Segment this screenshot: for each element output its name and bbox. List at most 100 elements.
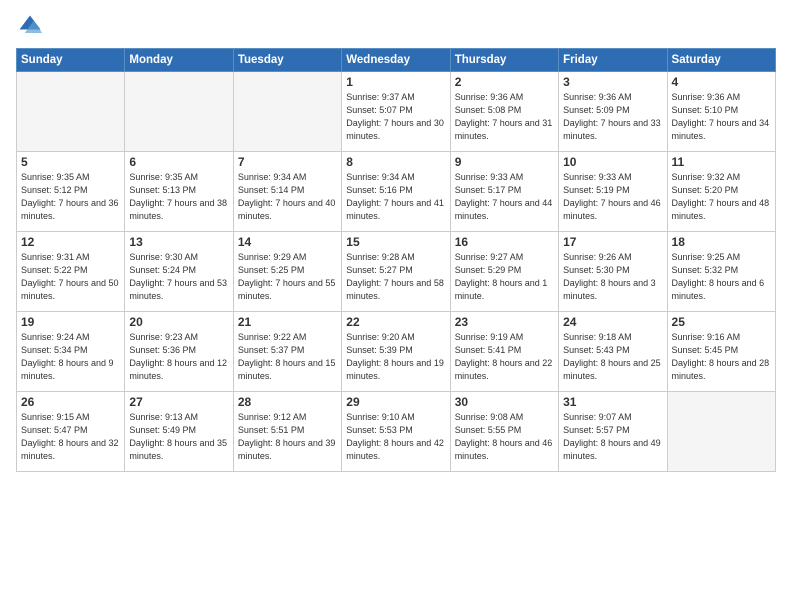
day-number: 20: [129, 315, 228, 329]
week-row-0: 1 Sunrise: 9:37 AM Sunset: 5:07 PM Daylig…: [17, 72, 776, 152]
day-info: Sunrise: 9:08 AM Sunset: 5:55 PM Dayligh…: [455, 411, 554, 463]
day-info: Sunrise: 9:27 AM Sunset: 5:29 PM Dayligh…: [455, 251, 554, 303]
day-cell: 16 Sunrise: 9:27 AM Sunset: 5:29 PM Dayli…: [450, 232, 558, 312]
day-cell: 7Sunrise: 9:34 AM Sunset: 5:14 PM Daylig…: [233, 152, 341, 232]
calendar: SundayMondayTuesdayWednesdayThursdayFrid…: [16, 48, 776, 472]
day-number: 31: [563, 395, 662, 409]
week-row-2: 12Sunrise: 9:31 AM Sunset: 5:22 PM Dayli…: [17, 232, 776, 312]
day-info: Sunrise: 9:18 AM Sunset: 5:43 PM Dayligh…: [563, 331, 662, 383]
day-info: Sunrise: 9:25 AM Sunset: 5:32 PM Dayligh…: [672, 251, 771, 303]
day-info: Sunrise: 9:36 AM Sunset: 5:09 PM Dayligh…: [563, 91, 662, 143]
day-number: 10: [563, 155, 662, 169]
day-cell: 15Sunrise: 9:28 AM Sunset: 5:27 PM Dayli…: [342, 232, 450, 312]
day-number: 18: [672, 235, 771, 249]
day-info: Sunrise: 9:33 AM Sunset: 5:19 PM Dayligh…: [563, 171, 662, 223]
day-info: Sunrise: 9:13 AM Sunset: 5:49 PM Dayligh…: [129, 411, 228, 463]
weekday-header-sunday: Sunday: [17, 49, 125, 72]
logo-icon: [16, 12, 44, 40]
day-number: 17: [563, 235, 662, 249]
day-info: Sunrise: 9:24 AM Sunset: 5:34 PM Dayligh…: [21, 331, 120, 383]
day-number: 6: [129, 155, 228, 169]
day-info: Sunrise: 9:19 AM Sunset: 5:41 PM Dayligh…: [455, 331, 554, 383]
day-number: 14: [238, 235, 337, 249]
weekday-header-saturday: Saturday: [667, 49, 775, 72]
day-info: Sunrise: 9:33 AM Sunset: 5:17 PM Dayligh…: [455, 171, 554, 223]
day-number: 2: [455, 75, 554, 89]
day-info: Sunrise: 9:22 AM Sunset: 5:37 PM Dayligh…: [238, 331, 337, 383]
day-cell: 13 Sunrise: 9:30 AM Sunset: 5:24 PM Dayli…: [125, 232, 233, 312]
day-cell: 28Sunrise: 9:12 AM Sunset: 5:51 PM Dayli…: [233, 392, 341, 472]
day-number: 15: [346, 235, 445, 249]
day-info: Sunrise: 9:35 AM Sunset: 5:13 PM Dayligh…: [129, 171, 228, 223]
day-number: 12: [21, 235, 120, 249]
day-cell: 6 Sunrise: 9:35 AM Sunset: 5:13 PM Daylig…: [125, 152, 233, 232]
day-number: 5: [21, 155, 120, 169]
day-number: 25: [672, 315, 771, 329]
day-cell: 18 Sunrise: 9:25 AM Sunset: 5:32 PM Dayli…: [667, 232, 775, 312]
day-info: Sunrise: 9:34 AM Sunset: 5:14 PM Dayligh…: [238, 171, 337, 223]
day-info: Sunrise: 9:36 AM Sunset: 5:08 PM Dayligh…: [455, 91, 554, 143]
day-cell: 10 Sunrise: 9:33 AM Sunset: 5:19 PM Dayli…: [559, 152, 667, 232]
day-cell: 25 Sunrise: 9:16 AM Sunset: 5:45 PM Dayli…: [667, 312, 775, 392]
day-number: 29: [346, 395, 445, 409]
week-row-1: 5 Sunrise: 9:35 AM Sunset: 5:12 PM Daylig…: [17, 152, 776, 232]
weekday-header-tuesday: Tuesday: [233, 49, 341, 72]
day-number: 9: [455, 155, 554, 169]
day-number: 4: [672, 75, 771, 89]
day-info: Sunrise: 9:34 AM Sunset: 5:16 PM Dayligh…: [346, 171, 445, 223]
day-info: Sunrise: 9:20 AM Sunset: 5:39 PM Dayligh…: [346, 331, 445, 383]
weekday-header-thursday: Thursday: [450, 49, 558, 72]
day-number: 27: [129, 395, 228, 409]
header: [16, 12, 776, 40]
day-info: Sunrise: 9:37 AM Sunset: 5:07 PM Dayligh…: [346, 91, 445, 143]
day-info: Sunrise: 9:23 AM Sunset: 5:36 PM Dayligh…: [129, 331, 228, 383]
day-cell: [17, 72, 125, 152]
day-cell: 14Sunrise: 9:29 AM Sunset: 5:25 PM Dayli…: [233, 232, 341, 312]
week-row-3: 19 Sunrise: 9:24 AM Sunset: 5:34 PM Dayli…: [17, 312, 776, 392]
day-cell: 26 Sunrise: 9:15 AM Sunset: 5:47 PM Dayli…: [17, 392, 125, 472]
day-number: 13: [129, 235, 228, 249]
day-cell: 8 Sunrise: 9:34 AM Sunset: 5:16 PM Daylig…: [342, 152, 450, 232]
day-cell: [233, 72, 341, 152]
day-info: Sunrise: 9:36 AM Sunset: 5:10 PM Dayligh…: [672, 91, 771, 143]
day-info: Sunrise: 9:35 AM Sunset: 5:12 PM Dayligh…: [21, 171, 120, 223]
day-number: 16: [455, 235, 554, 249]
day-info: Sunrise: 9:07 AM Sunset: 5:57 PM Dayligh…: [563, 411, 662, 463]
day-number: 26: [21, 395, 120, 409]
day-number: 19: [21, 315, 120, 329]
day-info: Sunrise: 9:16 AM Sunset: 5:45 PM Dayligh…: [672, 331, 771, 383]
day-cell: 30Sunrise: 9:08 AM Sunset: 5:55 PM Dayli…: [450, 392, 558, 472]
day-cell: 31 Sunrise: 9:07 AM Sunset: 5:57 PM Dayli…: [559, 392, 667, 472]
day-info: Sunrise: 9:26 AM Sunset: 5:30 PM Dayligh…: [563, 251, 662, 303]
day-number: 22: [346, 315, 445, 329]
weekday-header-wednesday: Wednesday: [342, 49, 450, 72]
day-cell: 11Sunrise: 9:32 AM Sunset: 5:20 PM Dayli…: [667, 152, 775, 232]
day-number: 3: [563, 75, 662, 89]
day-cell: 9 Sunrise: 9:33 AM Sunset: 5:17 PM Daylig…: [450, 152, 558, 232]
day-number: 23: [455, 315, 554, 329]
week-row-4: 26 Sunrise: 9:15 AM Sunset: 5:47 PM Dayli…: [17, 392, 776, 472]
day-cell: 2 Sunrise: 9:36 AM Sunset: 5:08 PM Daylig…: [450, 72, 558, 152]
day-info: Sunrise: 9:30 AM Sunset: 5:24 PM Dayligh…: [129, 251, 228, 303]
day-cell: [667, 392, 775, 472]
day-number: 1: [346, 75, 445, 89]
logo: [16, 12, 48, 40]
day-number: 11: [672, 155, 771, 169]
day-cell: 23 Sunrise: 9:19 AM Sunset: 5:41 PM Dayli…: [450, 312, 558, 392]
day-cell: 1 Sunrise: 9:37 AM Sunset: 5:07 PM Daylig…: [342, 72, 450, 152]
day-number: 8: [346, 155, 445, 169]
page: SundayMondayTuesdayWednesdayThursdayFrid…: [0, 0, 792, 612]
day-number: 24: [563, 315, 662, 329]
calendar-header: SundayMondayTuesdayWednesdayThursdayFrid…: [17, 49, 776, 72]
day-info: Sunrise: 9:15 AM Sunset: 5:47 PM Dayligh…: [21, 411, 120, 463]
day-cell: 3 Sunrise: 9:36 AM Sunset: 5:09 PM Daylig…: [559, 72, 667, 152]
day-number: 21: [238, 315, 337, 329]
day-cell: 17 Sunrise: 9:26 AM Sunset: 5:30 PM Dayli…: [559, 232, 667, 312]
weekday-header-monday: Monday: [125, 49, 233, 72]
day-cell: 5 Sunrise: 9:35 AM Sunset: 5:12 PM Daylig…: [17, 152, 125, 232]
day-cell: 22 Sunrise: 9:20 AM Sunset: 5:39 PM Dayli…: [342, 312, 450, 392]
day-cell: 27 Sunrise: 9:13 AM Sunset: 5:49 PM Dayli…: [125, 392, 233, 472]
weekday-row: SundayMondayTuesdayWednesdayThursdayFrid…: [17, 49, 776, 72]
day-cell: 24 Sunrise: 9:18 AM Sunset: 5:43 PM Dayli…: [559, 312, 667, 392]
day-cell: 29Sunrise: 9:10 AM Sunset: 5:53 PM Dayli…: [342, 392, 450, 472]
